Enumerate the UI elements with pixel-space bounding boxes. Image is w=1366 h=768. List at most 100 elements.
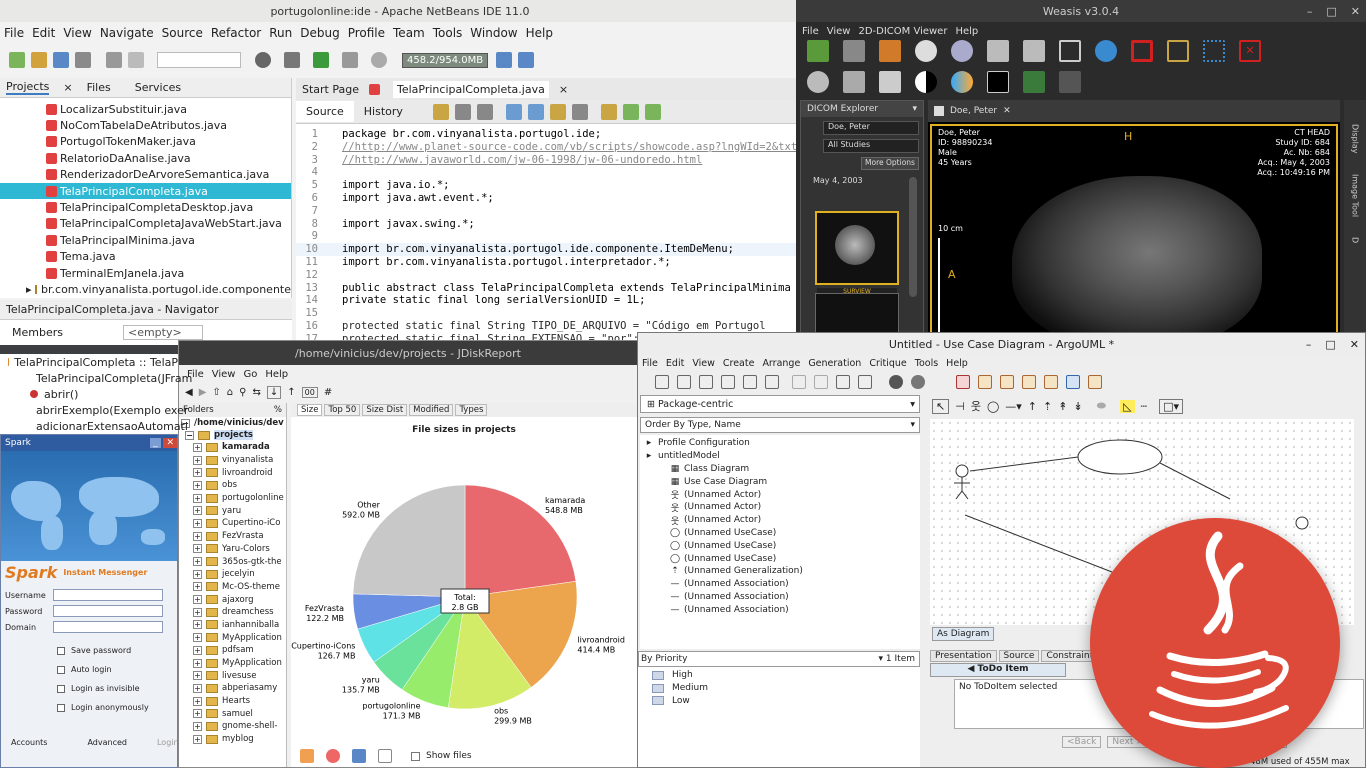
member-item[interactable]: abrir() xyxy=(0,386,178,402)
tab-files[interactable]: Files xyxy=(87,81,111,94)
file-tree-item[interactable]: RelatorioDaAnalise.java xyxy=(0,150,291,166)
report-tab[interactable]: Modified xyxy=(409,404,454,416)
domain-input[interactable] xyxy=(53,621,163,633)
as-diagram-tab[interactable]: As Diagram xyxy=(932,627,995,641)
usecase-shape[interactable] xyxy=(1077,439,1163,475)
side-tab[interactable]: D xyxy=(1351,237,1360,243)
netbeans-menu-view[interactable]: View xyxy=(59,26,95,40)
open-icon[interactable] xyxy=(677,375,691,389)
netbeans-menu-refactor[interactable]: Refactor xyxy=(207,26,265,40)
expand-icon[interactable]: + xyxy=(193,607,202,617)
file-tree-item[interactable]: LocalizarSubstituir.java xyxy=(0,101,291,117)
tab-main-file[interactable]: TelaPrincipalCompleta.java xyxy=(393,80,549,98)
login-option[interactable]: Auto login xyxy=(1,660,177,679)
maximize-icon[interactable]: □ xyxy=(1326,5,1336,18)
actor-shape[interactable] xyxy=(1295,516,1309,530)
sync-icon[interactable] xyxy=(1095,40,1117,62)
expand-icon[interactable]: + xyxy=(193,671,202,681)
expand-icon[interactable]: + xyxy=(193,480,202,490)
editor-tool-icon[interactable] xyxy=(622,103,639,120)
close-icon[interactable]: ✕ xyxy=(163,438,177,448)
editor-tool-icon[interactable] xyxy=(432,103,449,120)
ring-view-icon[interactable] xyxy=(326,749,340,763)
extend-tool-icon[interactable]: ↟ xyxy=(1058,400,1067,413)
delete-icon[interactable]: ✕ xyxy=(1239,40,1261,62)
expand-icon[interactable]: + xyxy=(193,518,202,528)
ruler-icon[interactable] xyxy=(879,71,901,93)
mouse-icon[interactable] xyxy=(951,40,973,62)
expand-icon[interactable]: + xyxy=(193,645,202,655)
open-project-icon[interactable] xyxy=(53,52,69,68)
login-option[interactable]: Login as invisible xyxy=(1,679,177,698)
argo-menu-critique[interactable]: Critique xyxy=(865,358,910,369)
expand-icon[interactable]: + xyxy=(193,709,202,719)
expand-icon[interactable]: + xyxy=(193,468,202,478)
folder-item[interactable]: + abperiasamy xyxy=(179,682,286,695)
argo-menu-arrange[interactable]: Arrange xyxy=(758,358,804,369)
include-tool-icon[interactable]: ↡ xyxy=(1073,400,1082,413)
expand-icon[interactable]: + xyxy=(193,493,202,503)
gc2-icon[interactable] xyxy=(518,52,535,68)
model-tree-item[interactable]: — (Unnamed Association) xyxy=(640,603,920,616)
folder-item[interactable]: + MyApplication xyxy=(179,631,286,644)
priority-item[interactable]: Medium xyxy=(644,682,914,695)
netbeans-menu-edit[interactable]: Edit xyxy=(28,26,59,40)
expand-icon[interactable]: + xyxy=(193,569,202,579)
todo-item-tab[interactable]: ◀ ToDo Item xyxy=(930,663,1066,677)
pie-view-icon[interactable] xyxy=(300,749,314,763)
new-project-icon[interactable] xyxy=(31,52,47,68)
window-icon[interactable] xyxy=(843,71,865,93)
checkbox[interactable] xyxy=(57,665,65,674)
cut-icon[interactable] xyxy=(792,375,806,389)
broom-icon[interactable]: ⊣ xyxy=(955,400,965,413)
back-icon[interactable]: ◀ xyxy=(185,387,193,398)
model-tree-item[interactable]: 웃 (Unnamed Actor) xyxy=(640,488,920,502)
search-icon[interactable]: ⚲ xyxy=(239,387,246,398)
perspective-select[interactable]: ⊞ Package-centric ▾ xyxy=(640,395,920,413)
generalization-tool-icon[interactable]: ⇡ xyxy=(1043,400,1052,413)
expand-icon[interactable]: + xyxy=(193,696,202,706)
expand-icon[interactable]: + xyxy=(193,506,202,516)
advanced-link[interactable]: Advanced xyxy=(87,738,127,747)
model-tree-item[interactable]: ◯ (Unnamed UseCase) xyxy=(640,527,920,540)
association-tool-icon[interactable]: —▾ xyxy=(1005,400,1022,413)
mouse-icon[interactable] xyxy=(915,40,937,62)
export-icon[interactable] xyxy=(743,375,757,389)
argo-menu-tools[interactable]: Tools xyxy=(911,358,942,369)
chevron-down-icon[interactable]: ▾ xyxy=(912,104,917,114)
model-tree-item[interactable]: ◯ (Unnamed UseCase) xyxy=(640,539,920,552)
clean-build-icon[interactable] xyxy=(284,52,300,68)
expand-icon[interactable]: + xyxy=(193,531,202,541)
model-tree-item[interactable]: — (Unnamed Association) xyxy=(640,578,920,591)
folder-item[interactable]: + ianhanniballa xyxy=(179,619,286,632)
save-as-icon[interactable] xyxy=(721,375,735,389)
file-tree-item[interactable]: Tema.java xyxy=(0,249,291,265)
report-tab[interactable]: Types xyxy=(455,404,488,416)
root-folder[interactable]: −/home/vinicius/dev xyxy=(179,417,286,429)
delete-icon[interactable] xyxy=(814,375,828,389)
association-line[interactable] xyxy=(964,514,1131,580)
tab-services[interactable]: Services xyxy=(135,81,181,94)
zoom-icon[interactable] xyxy=(911,375,925,389)
diagram-icon[interactable] xyxy=(956,375,970,389)
pie-chart[interactable]: kamarada548.8 MBlivroandroid414.4 MBobs2… xyxy=(291,437,637,737)
redo-icon[interactable] xyxy=(128,52,144,68)
folder-item[interactable]: +365os-gtk-the xyxy=(179,555,286,568)
weasis-menu-view[interactable]: View xyxy=(823,26,855,37)
model-tree-item[interactable]: ▦ Use Case Diagram xyxy=(640,475,920,488)
editor-tool-icon[interactable] xyxy=(644,103,661,120)
crop-icon[interactable] xyxy=(1167,40,1189,62)
netbeans-menu-help[interactable]: Help xyxy=(522,26,557,40)
netbeans-menu-navigate[interactable]: Navigate xyxy=(96,26,158,40)
actor-shape[interactable] xyxy=(955,464,969,478)
reset-icon[interactable] xyxy=(1131,40,1153,62)
run-icon[interactable] xyxy=(313,52,329,68)
netbeans-menu-team[interactable]: Team xyxy=(389,26,429,40)
model-tree-item[interactable]: 웃 (Unnamed Actor) xyxy=(640,514,920,527)
forward-icon[interactable]: ▶ xyxy=(199,387,207,398)
folder-item[interactable]: + gnome-shell- xyxy=(179,720,286,733)
save-all-icon[interactable] xyxy=(75,52,91,68)
file-tree-item[interactable]: TerminalEmJanela.java xyxy=(0,265,291,281)
viewport[interactable]: Doe, Peter ID: 98890234 Male 45 Years CT HE… xyxy=(930,124,1338,340)
code-editor[interactable]: 1 package br.com.vinyanalista.portugol.id… xyxy=(296,124,800,345)
